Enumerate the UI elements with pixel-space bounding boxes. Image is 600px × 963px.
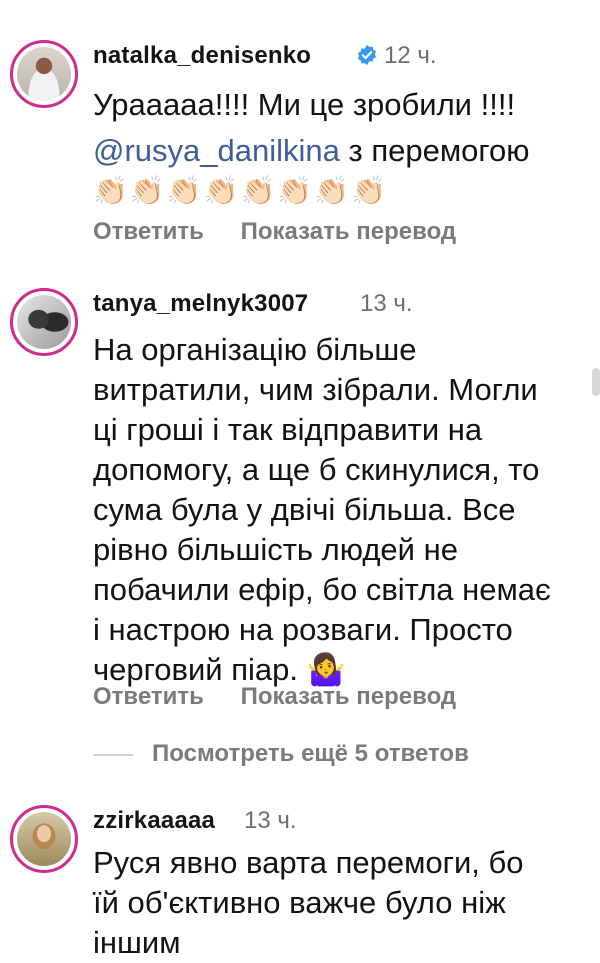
comment-line: і настрою на розваги. Просто — [93, 612, 513, 647]
timestamp: 13 ч. — [360, 290, 413, 317]
username[interactable]: natalka_denisenko — [93, 42, 311, 70]
avatar[interactable] — [10, 288, 78, 356]
comment-line: їй об'єктивно важче було ніж — [93, 885, 506, 920]
verified-badge-icon — [357, 44, 377, 66]
avatar-image — [17, 47, 71, 101]
comment-text: Ураааaa!!!! Ми це зробили !!!! @rusya_da… — [93, 85, 530, 211]
comment-text: На організацію більше витратили, чим зіб… — [93, 330, 551, 690]
comment-line: Руся явно варта перемоги, бо — [93, 845, 524, 880]
comment-line: витратили, чим зібрали. Могли — [93, 372, 538, 407]
comment-line: рівно більшість людей не — [93, 532, 458, 567]
comment-line: сума була у двічі більша. Все — [93, 492, 516, 527]
comment-line: Ураааaa!!!! Ми це зробили !!!! — [93, 87, 516, 122]
comment-actions: Ответить Показать перевод — [93, 683, 456, 711]
avatar-image — [17, 295, 71, 349]
scrollbar[interactable] — [592, 368, 600, 396]
timestamp: 12 ч. — [384, 42, 437, 69]
comment-line: На організацію більше — [93, 332, 417, 367]
translate-button[interactable]: Показать перевод — [241, 218, 457, 246]
username[interactable]: zzirkaaaaa — [93, 807, 215, 835]
translate-button[interactable]: Показать перевод — [241, 683, 457, 711]
comment-text: Руся явно варта перемоги, бо їй об'єктив… — [93, 843, 524, 963]
reply-button[interactable]: Ответить — [93, 218, 204, 246]
comment-line: побачили ефір, бо світла немає — [93, 572, 551, 607]
replies-divider — [93, 754, 133, 756]
comment-actions: Ответить Показать перевод — [93, 218, 456, 246]
avatar-image — [17, 812, 71, 866]
comment-line: іншим — [93, 925, 181, 960]
avatar[interactable] — [10, 805, 78, 873]
comment-line: допомогу, а ще б скинулися, то — [93, 452, 540, 487]
view-more-replies-button[interactable]: Посмотреть ещё 5 ответов — [152, 740, 469, 768]
clapping-hands-emoji: 👏🏻👏🏻👏🏻👏🏻👏🏻👏🏻👏🏻👏🏻 — [93, 175, 388, 206]
reply-button[interactable]: Ответить — [93, 683, 204, 711]
username[interactable]: tanya_melnyk3007 — [93, 290, 308, 318]
comment-line: @rusya_danilkina з перемогою — [93, 131, 530, 171]
avatar[interactable] — [10, 40, 78, 108]
comment-line: ці гроші і так відправити на — [93, 412, 483, 447]
timestamp: 13 ч. — [244, 807, 297, 834]
mention-link[interactable]: @rusya_danilkina — [93, 133, 340, 168]
comment-line-rest: з перемогою — [339, 133, 530, 168]
